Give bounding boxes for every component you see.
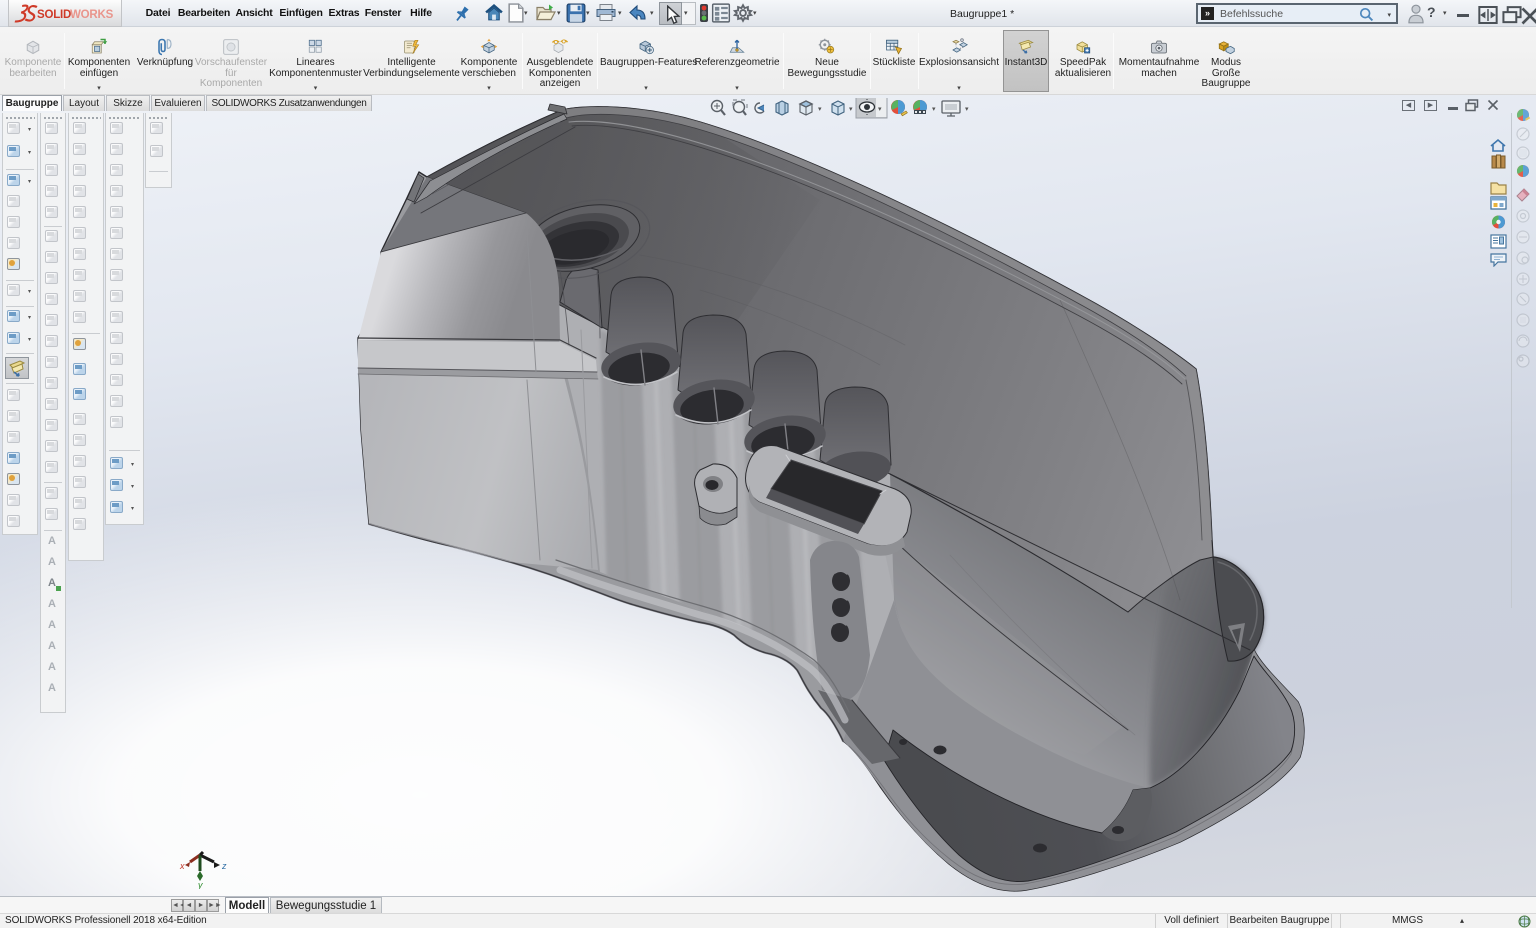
svg-text:z: z	[221, 861, 227, 871]
svg-text:SOLID: SOLID	[37, 9, 71, 21]
svg-text:▾: ▾	[849, 106, 853, 113]
svg-text:▾: ▾	[878, 106, 882, 113]
svg-text:▾: ▾	[965, 106, 969, 113]
svg-text:x: x	[179, 861, 185, 871]
svg-text:▾: ▾	[818, 106, 822, 113]
svg-text:WORKS: WORKS	[70, 9, 114, 21]
svg-text:y: y	[197, 880, 203, 889]
svg-text:▾: ▾	[932, 106, 936, 113]
